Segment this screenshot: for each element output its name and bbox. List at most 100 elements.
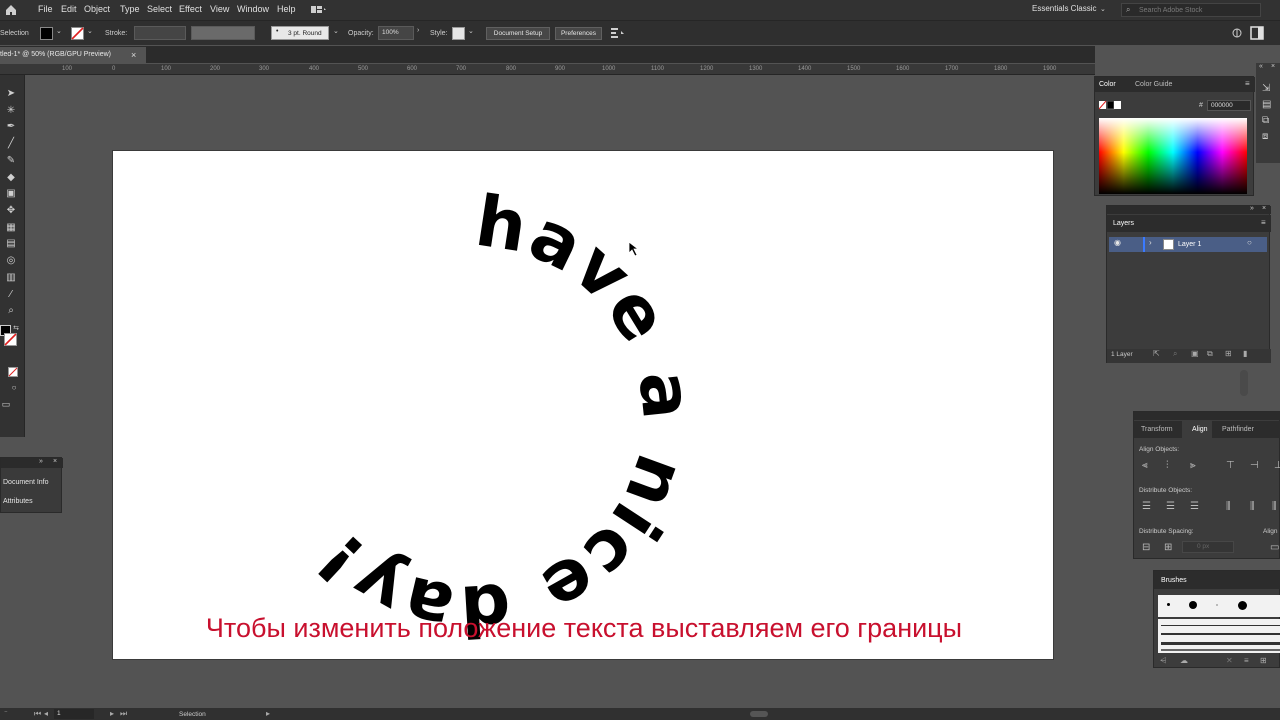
menu-help[interactable]: Help [277,4,296,14]
brush-dot-tiny[interactable] [1216,604,1218,606]
document-setup-button[interactable]: Document Setup [486,27,550,40]
hex-input[interactable]: 000000 [1207,100,1251,111]
tab-brushes[interactable]: Brushes [1161,577,1187,584]
menu-file[interactable]: File [38,4,53,14]
document-info-item[interactable]: Document Info [3,479,49,486]
chevron-right-icon[interactable]: › [417,27,419,34]
stroke-swatch-none-icon[interactable] [71,27,84,40]
align-left-icon[interactable]: ⫷ [1142,460,1148,471]
spacing-input[interactable]: 0 px [1182,541,1234,553]
close-icon[interactable]: × [53,458,57,465]
tab-color[interactable]: Color [1099,81,1116,88]
zoom-tool-icon[interactable]: ⌕ [5,305,17,317]
library-icon[interactable]: ▤ [1262,99,1271,110]
chevron-down-icon[interactable]: ⌄ [333,27,339,35]
menu-effect[interactable]: Effect [179,4,202,14]
align-to-selection-icon[interactable]: ▭ [1270,542,1279,553]
stock-search-box[interactable]: ⌕ Search Adobe Stock [1121,3,1261,17]
first-artboard-icon[interactable]: ⏮ [34,709,41,719]
search-icon[interactable]: ⌕ [1173,349,1177,359]
drawing-mode-icon[interactable]: ○ [8,382,20,394]
menu-object[interactable]: Object [84,4,110,14]
scale-tool-icon[interactable]: ▣ [5,188,17,200]
align-right-icon[interactable]: ⫸ [1190,460,1196,471]
attributes-item[interactable]: Attributes [3,498,33,505]
distribute-right-icon[interactable]: ⫼ [1272,501,1277,512]
puppet-warp-icon[interactable]: ✥ [5,205,17,217]
gradient-tool-icon[interactable]: ▤ [5,238,17,250]
chevron-down-icon[interactable]: ⌄ [56,27,62,35]
paintbrush-tool-icon[interactable]: ✎ [5,155,17,167]
distribute-vcenter-icon[interactable]: ☰ [1166,501,1175,512]
chevron-right-icon[interactable]: ▸ [266,709,270,718]
screen-mode-icon[interactable]: ▭ [0,398,12,410]
opacity-field[interactable]: 100% [378,26,414,40]
menu-select[interactable]: Select [147,4,172,14]
color-mode-swatches[interactable] [1099,101,1121,110]
trash-icon[interactable]: ▮ [1243,349,1247,358]
share-icon[interactable] [1231,27,1243,39]
arrange-icon[interactable] [611,28,627,39]
workspace-switcher[interactable]: Essentials Classic [1032,4,1096,13]
distribute-top-icon[interactable]: ☰ [1142,501,1151,512]
menu-icon[interactable]: ≡ [1261,218,1266,227]
export-icon[interactable]: ⇱ [1153,349,1160,358]
previous-artboard-icon[interactable]: ◂ [44,709,48,718]
new-brush-icon[interactable]: ⊞ [1260,656,1267,665]
panel-toggle-icon[interactable] [1250,26,1264,40]
next-artboard-icon[interactable]: ▸ [110,709,114,718]
tab-layers[interactable]: Layers [1113,220,1134,227]
graph-tool-icon[interactable]: ▥ [5,272,17,284]
target-icon[interactable]: ○ [1247,238,1252,247]
align-horizontal-center-icon[interactable]: ⫶ [1166,460,1169,471]
brush-dot-medium[interactable] [1189,601,1197,609]
new-sublayer-icon[interactable]: ⧉ [1207,349,1213,359]
remove-stroke-icon[interactable]: ✕ [1226,656,1233,665]
none-icon[interactable] [8,367,18,377]
circular-type-artwork[interactable]: have a nice day! [113,151,1055,661]
menu-icon[interactable]: ≡ [1245,79,1250,88]
chevron-down-icon[interactable]: ⌄ [1100,5,1106,13]
vertical-scrollbar-thumb[interactable] [1240,370,1248,396]
collapse-icon[interactable]: » [1250,205,1254,212]
layer-name[interactable]: Layer 1 [1178,241,1201,248]
brush-swatches[interactable] [1158,595,1280,617]
asset-export-icon[interactable]: ⧉ [1262,115,1269,126]
tab-transform[interactable]: Transform [1141,426,1173,433]
blend-tool-icon[interactable]: ◎ [5,255,17,267]
chevron-down-icon[interactable]: ⌄ [468,27,474,35]
chevron-right-icon[interactable]: › [1149,238,1152,247]
eye-icon[interactable]: ◉ [1114,238,1121,247]
tab-color-guide[interactable]: Color Guide [1135,81,1172,88]
options-icon[interactable]: ≡ [1244,656,1249,665]
horizontal-scrollbar-thumb[interactable] [750,711,768,717]
eyedropper-icon[interactable]: ⁄ [5,289,17,301]
brush-strokes[interactable] [1158,619,1280,653]
tab-pathfinder[interactable]: Pathfinder [1222,426,1254,433]
variable-width-profile[interactable] [191,26,255,40]
graphic-style-swatch[interactable] [452,27,465,40]
align-top-icon[interactable]: ⊤ [1226,460,1235,471]
menu-view[interactable]: View [210,4,229,14]
color-spectrum[interactable] [1099,118,1247,194]
artboard-number-field[interactable]: 1 [54,709,94,719]
close-icon[interactable]: × [131,50,136,60]
chevron-down-icon[interactable]: ⌄ [87,27,93,35]
brush-dot-large[interactable] [1238,601,1247,610]
last-artboard-icon[interactable]: ⏭ [120,709,127,719]
artboards-icon[interactable]: ⧈ [1262,131,1268,142]
make-clipping-mask-icon[interactable]: ▣ [1191,349,1199,358]
menu-edit[interactable]: Edit [61,4,77,14]
perspective-grid-icon[interactable]: ▦ [5,222,17,234]
home-icon[interactable] [5,4,17,16]
layer-row[interactable]: ◉ › Layer 1 ○ [1109,237,1267,252]
menu-type[interactable]: Type [120,4,140,14]
distribute-hcenter-icon[interactable]: ⫼ [1250,501,1255,512]
stroke-weight-field[interactable] [134,26,186,40]
document-tab[interactable]: tled-1* @ 50% (RGB/GPU Preview) × [0,47,146,63]
brush-dot-small[interactable] [1167,603,1170,606]
selection-tool-icon[interactable]: ➤ [5,88,17,100]
align-vertical-center-icon[interactable]: ⊣ [1250,460,1259,471]
distribute-bottom-icon[interactable]: ☰ [1190,501,1199,512]
brush-libraries-icon[interactable]: ⩤ [1160,656,1166,666]
